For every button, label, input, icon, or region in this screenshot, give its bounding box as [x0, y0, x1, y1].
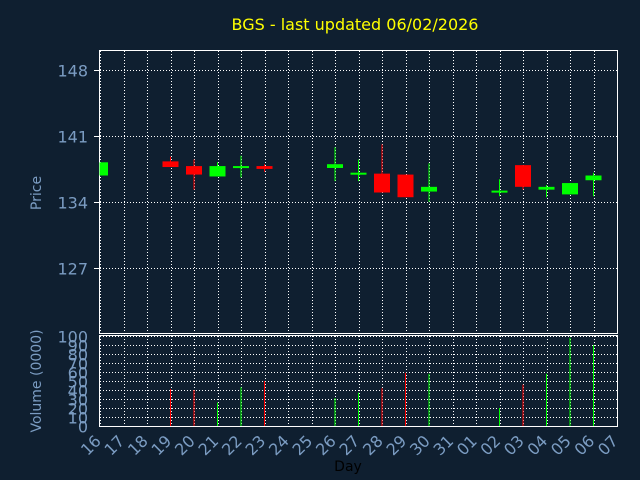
candle [209, 162, 226, 177]
volume-y-tick-labels: 0102030405060708090100 [57, 328, 88, 437]
candle [186, 159, 202, 190]
candle-body [100, 162, 108, 176]
candle [421, 163, 437, 202]
candle-body [162, 161, 179, 168]
candle [350, 159, 367, 182]
candle-body [209, 166, 226, 177]
candle-body [515, 165, 531, 187]
candle-body [538, 186, 555, 190]
price-tick-label: 148 [57, 62, 88, 81]
candle-body [562, 183, 578, 195]
x-axis-label: Day [334, 459, 362, 475]
candle-body [327, 164, 343, 168]
price-tick-label: 134 [57, 194, 88, 213]
stock-chart: BGS - last updated 06/02/2026 1271341411… [29, 15, 622, 475]
candle-body [186, 166, 202, 175]
price-gridlines [100, 51, 618, 334]
x-tick-label: 07 [594, 431, 622, 459]
candle-body [374, 173, 390, 193]
candle-body [256, 166, 273, 169]
candle [538, 184, 555, 198]
candle [233, 155, 249, 178]
candle [327, 147, 343, 182]
candle [256, 164, 273, 172]
candle-body [421, 186, 437, 192]
volume-axis-label: Volume (0000) [29, 329, 45, 432]
candle-body [350, 172, 367, 175]
candle [491, 179, 508, 197]
x-tick-labels: 1617181920212223242526272829303101020304… [77, 431, 622, 459]
candle [374, 144, 390, 193]
price-plot-area [99, 50, 618, 334]
volume-tick-label: 100 [57, 328, 88, 347]
candle-body [397, 174, 414, 198]
candle-body [585, 175, 602, 181]
candle-body [491, 190, 508, 193]
price-tick-label: 127 [57, 260, 88, 279]
candlesticks [99, 144, 602, 202]
candle [515, 165, 531, 190]
candle [397, 174, 414, 198]
price-axis-label: Price [29, 176, 45, 210]
candle [585, 172, 602, 197]
candle [562, 183, 578, 195]
chart-title: BGS - last updated 06/02/2026 [232, 15, 479, 34]
candle-body [233, 166, 249, 169]
price-tick-label: 141 [57, 128, 88, 147]
price-y-tick-labels: 127 134 141 148 [57, 62, 100, 279]
candle [162, 156, 179, 168]
candle [99, 162, 108, 176]
